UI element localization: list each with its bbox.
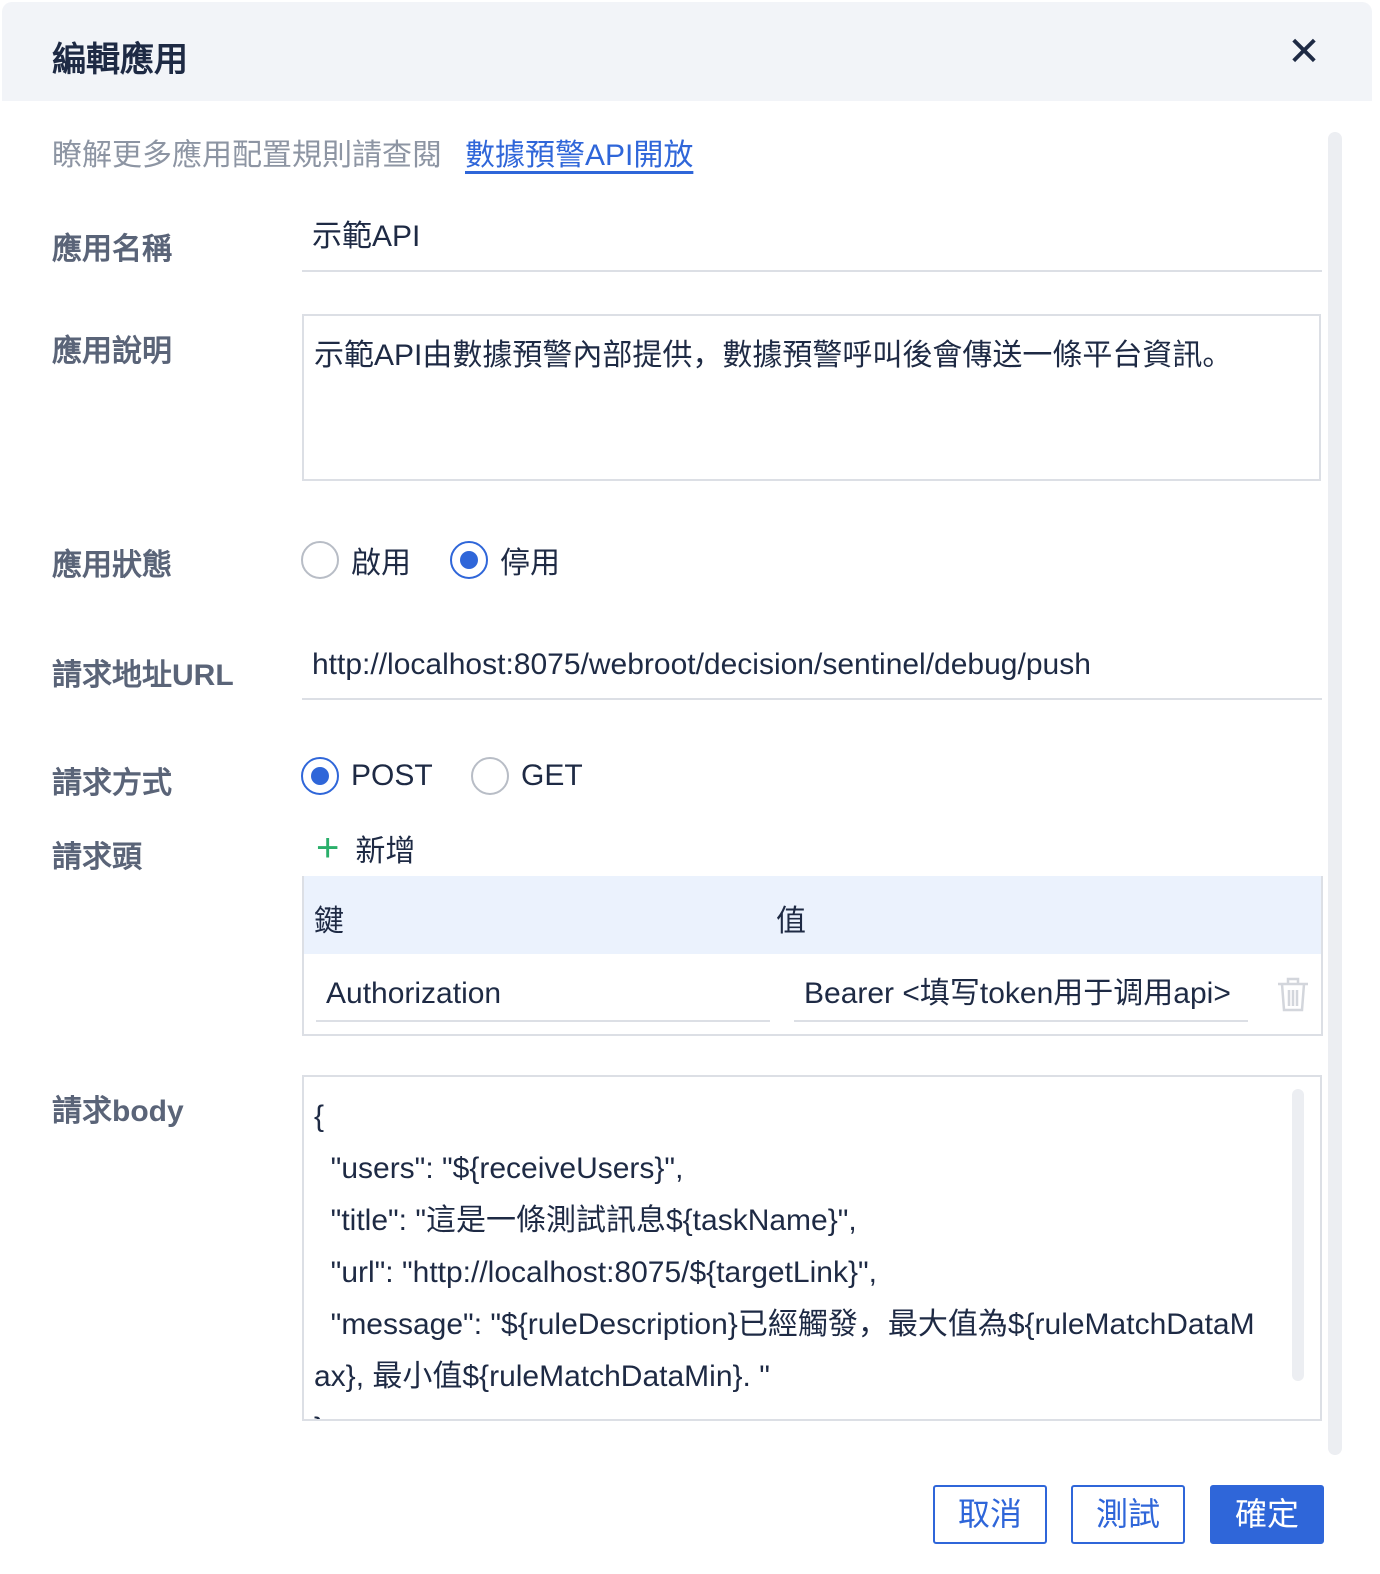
method-radio-get[interactable]: GET — [471, 757, 583, 795]
close-icon[interactable]: ✕ — [1285, 32, 1323, 72]
hint-text: 瞭解更多應用配置規則請查閱 — [52, 139, 442, 172]
radio-label: 啟用 — [351, 547, 411, 580]
api-doc-link[interactable]: 數據預警API開放 — [465, 130, 693, 174]
body-scrollbar[interactable] — [1292, 1089, 1304, 1381]
description-textarea[interactable]: 示範API由數據預警內部提供，數據預警呼叫後會傳送一條平台資訊。 — [302, 314, 1321, 481]
radio-circle-checked — [450, 541, 488, 579]
radio-label: GET — [521, 759, 583, 792]
name-label: 應用名稱 — [52, 233, 172, 266]
column-key: 鍵 — [314, 905, 344, 938]
body-textarea[interactable]: { "users": "${receiveUsers}", "title": "… — [302, 1075, 1322, 1421]
dialog-title: 編輯應用 — [52, 41, 188, 79]
dialog-scrollbar[interactable] — [1328, 132, 1342, 1455]
status-label: 應用狀態 — [52, 549, 172, 582]
body-text: { "users": "${receiveUsers}", "title": "… — [314, 1100, 1255, 1419]
headers-label: 請求頭 — [52, 841, 142, 874]
body-label: 請求body — [52, 1095, 184, 1128]
dialog-header: 編輯應用 ✕ — [2, 2, 1372, 101]
trash-icon[interactable] — [1276, 976, 1310, 1012]
radio-circle-checked — [301, 757, 339, 795]
status-radio-disable[interactable]: 停用 — [450, 538, 560, 582]
confirm-button[interactable]: 確定 — [1210, 1485, 1324, 1544]
method-label: 請求方式 — [52, 767, 172, 800]
plus-icon: + — [316, 826, 340, 870]
radio-label: POST — [351, 759, 433, 792]
url-label: 請求地址URL — [52, 659, 234, 692]
table-header: 鍵 值 — [304, 876, 1321, 954]
name-input[interactable]: 示範API — [302, 212, 1322, 272]
method-radio-post[interactable]: POST — [301, 757, 433, 795]
header-value-input[interactable]: Bearer <填写token用于调用api> — [794, 976, 1248, 1022]
radio-circle — [301, 541, 339, 579]
radio-label: 停用 — [500, 547, 560, 580]
add-label: 新增 — [355, 835, 416, 868]
headers-table: 鍵 值 Authorization Bearer <填写token用于调用api… — [302, 876, 1323, 1036]
cancel-button[interactable]: 取消 — [933, 1485, 1047, 1544]
radio-circle — [471, 757, 509, 795]
add-header-button[interactable]: + 新增 — [316, 826, 415, 870]
header-key-input[interactable]: Authorization — [316, 976, 770, 1022]
test-button[interactable]: 測試 — [1071, 1485, 1185, 1544]
column-value: 值 — [776, 905, 806, 938]
url-input[interactable]: http://localhost:8075/webroot/decision/s… — [302, 640, 1322, 700]
status-radio-enable[interactable]: 啟用 — [301, 538, 411, 582]
description-label: 應用說明 — [52, 335, 172, 368]
